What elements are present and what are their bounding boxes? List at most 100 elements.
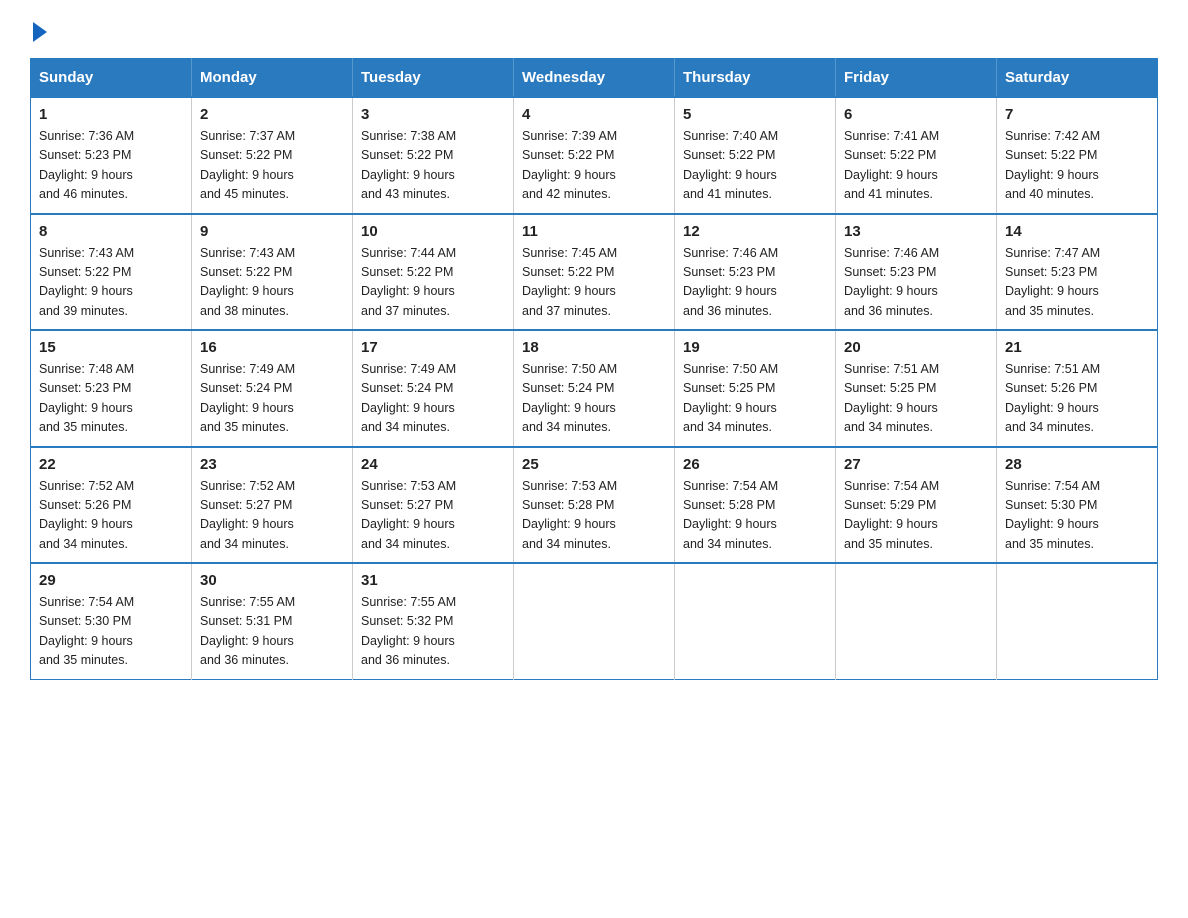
week-row-1: 1 Sunrise: 7:36 AM Sunset: 5:23 PM Dayli… [31,97,1158,214]
header-thursday: Thursday [675,59,836,98]
day-info: Sunrise: 7:51 AM Sunset: 5:25 PM Dayligh… [844,360,988,438]
day-number: 23 [200,456,344,473]
day-info: Sunrise: 7:52 AM Sunset: 5:27 PM Dayligh… [200,477,344,555]
day-info: Sunrise: 7:49 AM Sunset: 5:24 PM Dayligh… [361,360,505,438]
day-info: Sunrise: 7:52 AM Sunset: 5:26 PM Dayligh… [39,477,183,555]
day-cell: 6 Sunrise: 7:41 AM Sunset: 5:22 PM Dayli… [836,97,997,214]
day-cell: 25 Sunrise: 7:53 AM Sunset: 5:28 PM Dayl… [514,447,675,564]
day-cell: 7 Sunrise: 7:42 AM Sunset: 5:22 PM Dayli… [997,97,1158,214]
day-number: 21 [1005,339,1149,356]
day-cell: 23 Sunrise: 7:52 AM Sunset: 5:27 PM Dayl… [192,447,353,564]
day-cell: 9 Sunrise: 7:43 AM Sunset: 5:22 PM Dayli… [192,214,353,331]
day-number: 19 [683,339,827,356]
day-number: 7 [1005,106,1149,123]
day-cell: 18 Sunrise: 7:50 AM Sunset: 5:24 PM Dayl… [514,330,675,447]
day-number: 8 [39,223,183,240]
day-number: 16 [200,339,344,356]
day-cell: 12 Sunrise: 7:46 AM Sunset: 5:23 PM Dayl… [675,214,836,331]
logo [30,20,47,38]
day-number: 27 [844,456,988,473]
day-info: Sunrise: 7:43 AM Sunset: 5:22 PM Dayligh… [200,244,344,322]
day-info: Sunrise: 7:43 AM Sunset: 5:22 PM Dayligh… [39,244,183,322]
day-cell: 8 Sunrise: 7:43 AM Sunset: 5:22 PM Dayli… [31,214,192,331]
day-cell: 19 Sunrise: 7:50 AM Sunset: 5:25 PM Dayl… [675,330,836,447]
day-info: Sunrise: 7:53 AM Sunset: 5:28 PM Dayligh… [522,477,666,555]
day-cell: 3 Sunrise: 7:38 AM Sunset: 5:22 PM Dayli… [353,97,514,214]
day-number: 1 [39,106,183,123]
day-info: Sunrise: 7:55 AM Sunset: 5:31 PM Dayligh… [200,593,344,671]
day-number: 9 [200,223,344,240]
day-info: Sunrise: 7:42 AM Sunset: 5:22 PM Dayligh… [1005,127,1149,205]
day-info: Sunrise: 7:39 AM Sunset: 5:22 PM Dayligh… [522,127,666,205]
day-info: Sunrise: 7:53 AM Sunset: 5:27 PM Dayligh… [361,477,505,555]
calendar-body: 1 Sunrise: 7:36 AM Sunset: 5:23 PM Dayli… [31,97,1158,679]
day-number: 24 [361,456,505,473]
week-row-2: 8 Sunrise: 7:43 AM Sunset: 5:22 PM Dayli… [31,214,1158,331]
day-number: 29 [39,572,183,589]
week-row-3: 15 Sunrise: 7:48 AM Sunset: 5:23 PM Dayl… [31,330,1158,447]
day-info: Sunrise: 7:36 AM Sunset: 5:23 PM Dayligh… [39,127,183,205]
day-number: 17 [361,339,505,356]
day-cell: 21 Sunrise: 7:51 AM Sunset: 5:26 PM Dayl… [997,330,1158,447]
day-cell [997,563,1158,679]
day-cell [675,563,836,679]
day-cell: 22 Sunrise: 7:52 AM Sunset: 5:26 PM Dayl… [31,447,192,564]
day-cell: 15 Sunrise: 7:48 AM Sunset: 5:23 PM Dayl… [31,330,192,447]
day-cell [836,563,997,679]
header-friday: Friday [836,59,997,98]
day-cell: 1 Sunrise: 7:36 AM Sunset: 5:23 PM Dayli… [31,97,192,214]
day-info: Sunrise: 7:38 AM Sunset: 5:22 PM Dayligh… [361,127,505,205]
day-info: Sunrise: 7:50 AM Sunset: 5:25 PM Dayligh… [683,360,827,438]
day-number: 26 [683,456,827,473]
day-cell: 5 Sunrise: 7:40 AM Sunset: 5:22 PM Dayli… [675,97,836,214]
header-saturday: Saturday [997,59,1158,98]
day-cell: 4 Sunrise: 7:39 AM Sunset: 5:22 PM Dayli… [514,97,675,214]
day-cell: 17 Sunrise: 7:49 AM Sunset: 5:24 PM Dayl… [353,330,514,447]
day-number: 12 [683,223,827,240]
day-number: 18 [522,339,666,356]
day-cell: 29 Sunrise: 7:54 AM Sunset: 5:30 PM Dayl… [31,563,192,679]
day-info: Sunrise: 7:49 AM Sunset: 5:24 PM Dayligh… [200,360,344,438]
day-cell: 24 Sunrise: 7:53 AM Sunset: 5:27 PM Dayl… [353,447,514,564]
day-cell: 2 Sunrise: 7:37 AM Sunset: 5:22 PM Dayli… [192,97,353,214]
day-cell: 31 Sunrise: 7:55 AM Sunset: 5:32 PM Dayl… [353,563,514,679]
day-info: Sunrise: 7:44 AM Sunset: 5:22 PM Dayligh… [361,244,505,322]
day-number: 25 [522,456,666,473]
header-wednesday: Wednesday [514,59,675,98]
day-number: 11 [522,223,666,240]
day-number: 20 [844,339,988,356]
day-info: Sunrise: 7:46 AM Sunset: 5:23 PM Dayligh… [683,244,827,322]
day-number: 5 [683,106,827,123]
week-row-4: 22 Sunrise: 7:52 AM Sunset: 5:26 PM Dayl… [31,447,1158,564]
day-info: Sunrise: 7:40 AM Sunset: 5:22 PM Dayligh… [683,127,827,205]
day-cell: 30 Sunrise: 7:55 AM Sunset: 5:31 PM Dayl… [192,563,353,679]
week-row-5: 29 Sunrise: 7:54 AM Sunset: 5:30 PM Dayl… [31,563,1158,679]
day-cell: 26 Sunrise: 7:54 AM Sunset: 5:28 PM Dayl… [675,447,836,564]
day-cell [514,563,675,679]
day-number: 31 [361,572,505,589]
day-number: 13 [844,223,988,240]
logo-arrow-icon [33,22,47,42]
calendar-table: SundayMondayTuesdayWednesdayThursdayFrid… [30,58,1158,680]
day-info: Sunrise: 7:41 AM Sunset: 5:22 PM Dayligh… [844,127,988,205]
day-cell: 10 Sunrise: 7:44 AM Sunset: 5:22 PM Dayl… [353,214,514,331]
day-number: 22 [39,456,183,473]
day-number: 14 [1005,223,1149,240]
day-cell: 11 Sunrise: 7:45 AM Sunset: 5:22 PM Dayl… [514,214,675,331]
day-info: Sunrise: 7:51 AM Sunset: 5:26 PM Dayligh… [1005,360,1149,438]
day-info: Sunrise: 7:54 AM Sunset: 5:30 PM Dayligh… [1005,477,1149,555]
day-number: 2 [200,106,344,123]
day-info: Sunrise: 7:54 AM Sunset: 5:30 PM Dayligh… [39,593,183,671]
calendar-header-row: SundayMondayTuesdayWednesdayThursdayFrid… [31,59,1158,98]
day-number: 4 [522,106,666,123]
day-number: 10 [361,223,505,240]
day-number: 6 [844,106,988,123]
day-info: Sunrise: 7:54 AM Sunset: 5:29 PM Dayligh… [844,477,988,555]
day-cell: 16 Sunrise: 7:49 AM Sunset: 5:24 PM Dayl… [192,330,353,447]
day-number: 30 [200,572,344,589]
day-info: Sunrise: 7:37 AM Sunset: 5:22 PM Dayligh… [200,127,344,205]
day-info: Sunrise: 7:46 AM Sunset: 5:23 PM Dayligh… [844,244,988,322]
page-header [30,20,1158,38]
day-info: Sunrise: 7:50 AM Sunset: 5:24 PM Dayligh… [522,360,666,438]
day-number: 15 [39,339,183,356]
